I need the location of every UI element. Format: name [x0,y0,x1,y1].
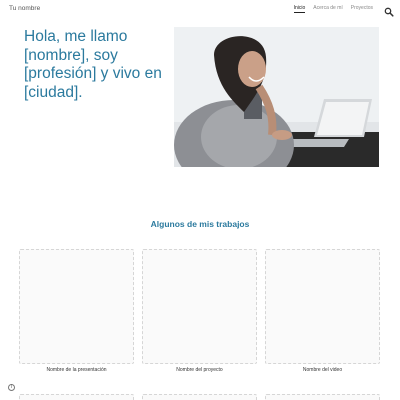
project-card-video[interactable] [265,249,380,364]
project-label-presentacion: Nombre de la presentación [46,367,107,373]
nav-item-acerca[interactable]: Acerca de mí [313,5,342,13]
top-nav: Inicio Acerca de mí Proyectos [293,5,373,13]
hero-photo [174,27,379,167]
info-button[interactable]: i [8,384,15,391]
search-button[interactable] [384,4,394,17]
nav-item-proyectos[interactable]: Proyectos [351,5,373,13]
nav-item-inicio[interactable]: Inicio [293,5,306,13]
project-card-proyecto[interactable] [142,249,257,364]
project-card-row2-3[interactable] [265,394,380,400]
project-label-proyecto: Nombre del proyecto [176,367,223,373]
project-card-row2-2[interactable] [142,394,257,400]
project-card-row2-1[interactable] [19,394,134,400]
top-bar: Tu nombre Inicio Acerca de mí Proyectos [0,0,400,20]
section-title: Algunos de mis trabajos [150,219,250,229]
search-icon [384,7,394,17]
project-card-presentacion[interactable] [19,249,134,364]
info-icon: i [10,384,13,390]
site-name[interactable]: Tu nombre [9,5,40,12]
hero-title: Hola, me llamo [nombre], soy [profesión]… [24,28,162,101]
project-label-video: Nombre del video [302,367,343,373]
